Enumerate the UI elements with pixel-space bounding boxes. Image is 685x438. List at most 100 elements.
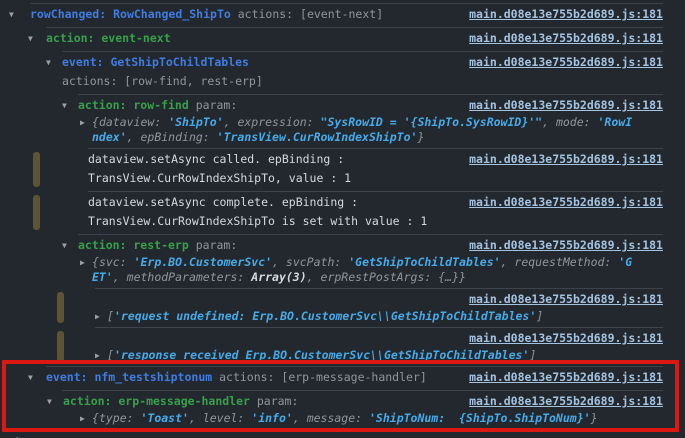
console-log-entry-setasync-called-log: dataview.setAsync called. epBinding : Tra… bbox=[0, 148, 685, 191]
source-location-link[interactable]: main.d08e13e755b2d689.js:181 bbox=[469, 5, 663, 24]
expand-triangle-icon[interactable]: ▶ bbox=[95, 348, 100, 363]
log-text: , bbox=[500, 255, 515, 269]
source-location-link[interactable]: main.d08e13e755b2d689.js:181 bbox=[469, 329, 663, 348]
log-text: TransView.CurRowIndexShipTo, value : 1 bbox=[88, 171, 352, 185]
log-text: param: bbox=[188, 238, 238, 252]
log-text: actions: [erp-message-handler] bbox=[212, 370, 427, 384]
expand-triangle-icon[interactable]: ▶ bbox=[95, 309, 100, 324]
log-text: RowChanged_ShipTo bbox=[113, 7, 231, 21]
console-log-entry-rowchanged-group: ▼ rowChanged: RowChanged_ShipTo actions: … bbox=[0, 3, 685, 27]
collapse-triangle-icon[interactable]: ▼ bbox=[62, 96, 67, 115]
log-text: 'RowI bbox=[597, 115, 633, 129]
log-text-line: TransView.CurRowIndexShipTo, value : 1 bbox=[0, 169, 685, 188]
console-log-entry-response-log: ▶ ['response received Erp.BO.CustomerSvc\… bbox=[0, 327, 685, 366]
log-text: methodParameters: bbox=[126, 270, 252, 284]
log-text: param: bbox=[188, 98, 238, 112]
log-text: rowChanged: bbox=[30, 7, 114, 21]
console-log-entry-action-erp-message-handler-group: ▼ action: erp-message-handler param: ▶ {typ… bbox=[0, 390, 685, 429]
entry-separator bbox=[78, 94, 663, 95]
log-text: ET' bbox=[92, 270, 113, 284]
log-text: [ bbox=[107, 309, 114, 323]
log-text: ndex' bbox=[92, 130, 127, 144]
source-location-link[interactable]: main.d08e13e755b2d689.js:181 bbox=[469, 150, 663, 169]
log-text: { bbox=[92, 255, 99, 269]
log-text: 'ShipToNum: {ShipTo.ShipToNum}' bbox=[369, 411, 591, 425]
collapse-triangle-icon[interactable]: ▼ bbox=[47, 392, 52, 411]
object-preview-line: ▶ {svc: 'Erp.BO.CustomerSvc', svcPath: 'G… bbox=[0, 255, 685, 270]
log-text: { bbox=[92, 115, 99, 129]
source-location-link[interactable]: main.d08e13e755b2d689.js:181 bbox=[469, 29, 663, 48]
log-text: 'request undefined: Erp.BO.CustomerSvc\\… bbox=[113, 309, 537, 323]
log-text: 'ShipTo' bbox=[168, 115, 224, 129]
console-log-entry-event-nfm-testshiptonum-group: ▼ event: nfm_testshiptonum actions: [erp-… bbox=[0, 366, 685, 390]
log-text: , bbox=[542, 115, 556, 129]
collapse-triangle-icon[interactable]: ▼ bbox=[62, 236, 67, 255]
object-preview-line: ET', methodParameters: Array(3), erpRest… bbox=[0, 270, 685, 285]
log-text-line: actions: [row-find, rest-erp] bbox=[0, 72, 685, 91]
console-log-entry-request-log: ▶ ['request undefined: Erp.BO.CustomerSvc… bbox=[0, 288, 685, 327]
source-location-link[interactable]: main.d08e13e755b2d689.js:181 bbox=[469, 236, 663, 255]
log-text: } bbox=[417, 130, 425, 144]
log-text: message: bbox=[306, 411, 369, 425]
source-location-link[interactable]: main.d08e13e755b2d689.js:181 bbox=[469, 290, 663, 309]
log-text: TransView.CurRowIndexShipTo is set with … bbox=[88, 214, 428, 228]
log-text: [ bbox=[107, 348, 114, 362]
entry-separator bbox=[95, 327, 663, 328]
log-text: ] bbox=[536, 309, 544, 323]
entry-separator bbox=[62, 51, 663, 52]
log-text: requestMethod: bbox=[514, 255, 619, 269]
log-text: action: rest-erp bbox=[78, 238, 189, 252]
log-text: 'TransView.CurRowIndexShipTo' bbox=[216, 130, 418, 144]
log-text: svcPath: bbox=[285, 255, 349, 269]
log-text-line: TransView.CurRowIndexShipTo is set with … bbox=[0, 212, 685, 231]
log-text: , bbox=[188, 411, 203, 425]
collapse-triangle-icon[interactable]: ▼ bbox=[28, 29, 33, 48]
object-preview-line: ▶ {type: 'Toast', level: 'info', message:… bbox=[0, 411, 685, 426]
entry-separator bbox=[95, 288, 663, 289]
log-text: {…}} bbox=[438, 270, 466, 284]
source-location-link[interactable]: main.d08e13e755b2d689.js:181 bbox=[469, 368, 663, 387]
console-prompt-row[interactable]: > bbox=[0, 429, 685, 438]
log-text: , bbox=[292, 411, 307, 425]
devtools-console: ▼ rowChanged: RowChanged_ShipTo actions: … bbox=[0, 0, 685, 438]
collapse-triangle-icon[interactable]: ▼ bbox=[46, 53, 51, 72]
entry-separator bbox=[88, 148, 663, 149]
console-log-list: ▼ rowChanged: RowChanged_ShipTo actions: … bbox=[0, 0, 685, 429]
log-text: mode: bbox=[555, 115, 598, 129]
log-text: 'GetShipToChildTables' bbox=[348, 255, 501, 269]
log-text: event: GetShipToChildTables bbox=[62, 55, 249, 69]
log-text: Array(3) bbox=[251, 270, 307, 284]
expand-triangle-icon[interactable]: ▶ bbox=[80, 115, 85, 130]
console-log-entry-action-row-find-group: ▼ action: row-find param: ▶ {dataview: 'Shi… bbox=[0, 94, 685, 148]
console-prompt-icon: > bbox=[16, 433, 23, 438]
collapse-triangle-icon[interactable]: ▼ bbox=[28, 368, 33, 387]
log-text: ] bbox=[529, 348, 537, 362]
log-text: dataview.setAsync called. epBinding : bbox=[88, 152, 345, 166]
log-text: param: bbox=[249, 394, 299, 408]
log-text: epBinding: bbox=[140, 130, 217, 144]
log-text: , bbox=[223, 115, 238, 129]
entry-separator bbox=[30, 3, 663, 4]
log-text: level: bbox=[202, 411, 252, 425]
object-preview-line: ndex', epBinding: 'TransView.CurRowIndex… bbox=[0, 130, 685, 145]
log-text: "SysRowID = '{ShipTo.SysRowID}'" bbox=[320, 115, 543, 129]
log-text: action: row-find bbox=[78, 98, 189, 112]
source-location-link[interactable]: main.d08e13e755b2d689.js:181 bbox=[469, 53, 663, 72]
log-text: actions: [event-next] bbox=[230, 7, 384, 21]
entry-separator bbox=[46, 366, 663, 367]
console-log-entry-action-rest-erp-group: ▼ action: rest-erp param: ▶ {svc: 'Erp.BO.C… bbox=[0, 234, 685, 288]
source-location-link[interactable]: main.d08e13e755b2d689.js:181 bbox=[469, 392, 663, 411]
log-text: action: erp-message-handler bbox=[63, 394, 250, 408]
log-text: , bbox=[126, 130, 141, 144]
expand-triangle-icon[interactable]: ▶ bbox=[80, 411, 85, 426]
log-text: 'G bbox=[618, 255, 633, 269]
log-text: erpRestPostArgs: bbox=[320, 270, 439, 284]
entry-separator bbox=[78, 234, 663, 235]
console-log-entry-action-event-next-group: ▼ action: event-next main.d08e13e755b2d689… bbox=[0, 27, 685, 51]
collapse-triangle-icon[interactable]: ▼ bbox=[9, 5, 14, 24]
source-location-link[interactable]: main.d08e13e755b2d689.js:181 bbox=[469, 193, 663, 212]
object-preview-line: ▶ ['request undefined: Erp.BO.CustomerSvc… bbox=[0, 309, 685, 324]
console-log-entry-event-getshiptochildtables-group: ▼ event: GetShipToChildTables actions: [ro… bbox=[0, 51, 685, 94]
expand-triangle-icon[interactable]: ▶ bbox=[80, 255, 85, 270]
source-location-link[interactable]: main.d08e13e755b2d689.js:181 bbox=[469, 96, 663, 115]
